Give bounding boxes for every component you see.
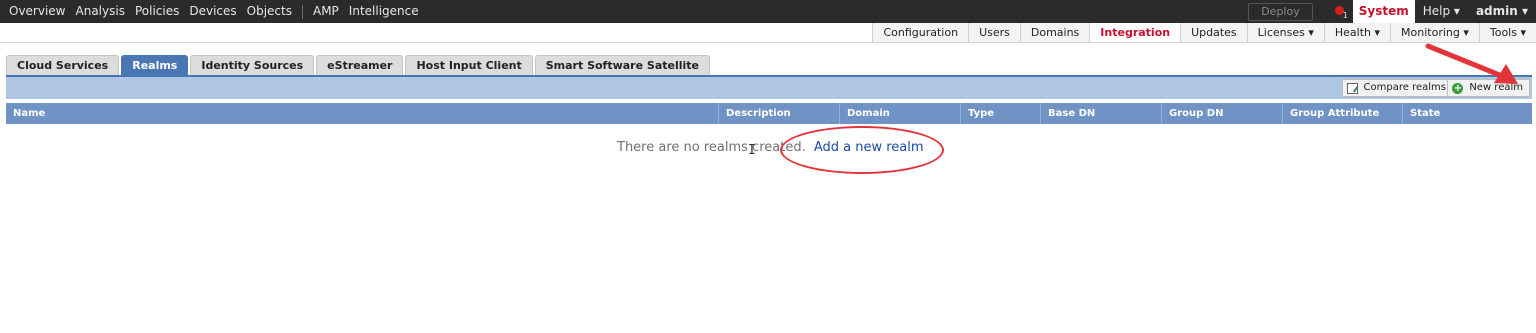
empty-state-message: There are no realms created. (617, 140, 806, 155)
nav-devices[interactable]: Devices (184, 0, 241, 23)
tab-host-input-client[interactable]: Host Input Client (405, 55, 533, 75)
subnav-monitoring[interactable]: Monitoring ▾ (1390, 23, 1479, 43)
compare-realms-button[interactable]: Compare realms (1341, 79, 1453, 97)
deploy-button[interactable]: Deploy (1248, 2, 1313, 21)
main-nav: Overview Analysis Policies Devices Objec… (0, 0, 424, 23)
column-header-group-attribute[interactable]: Group Attribute (1283, 103, 1403, 124)
nav-divider (301, 4, 303, 19)
integration-tabs: Cloud Services Realms Identity Sources e… (6, 55, 712, 75)
nav-policies[interactable]: Policies (130, 0, 184, 23)
realms-table-header: Name Description Domain Type Base DN Gro… (6, 103, 1532, 124)
system-menu[interactable]: System (1352, 0, 1415, 23)
subnav-users[interactable]: Users (968, 23, 1020, 43)
nav-intelligence[interactable]: Intelligence (344, 0, 424, 23)
column-header-group-dn[interactable]: Group DN (1162, 103, 1283, 124)
subnav-divider (0, 42, 1536, 43)
tab-realms[interactable]: Realms (121, 55, 189, 75)
text-cursor-icon: I (748, 143, 756, 158)
subnav-integration[interactable]: Integration (1089, 23, 1181, 43)
new-realm-label: New realm (1469, 82, 1523, 93)
tab-identity-sources[interactable]: Identity Sources (190, 55, 315, 75)
system-subnav: Configuration Users Domains Integration … (872, 23, 1536, 43)
subnav-licenses[interactable]: Licenses ▾ (1246, 23, 1324, 43)
empty-state: There are no realms created. Add a new r… (617, 140, 924, 155)
subnav-tools[interactable]: Tools ▾ (1478, 23, 1536, 43)
add-new-realm-link[interactable]: Add a new realm (814, 140, 924, 155)
column-header-base-dn[interactable]: Base DN (1041, 103, 1162, 124)
column-header-state[interactable]: State (1403, 103, 1532, 124)
admin-menu[interactable]: admin ▾ (1468, 0, 1536, 23)
add-icon: + (1452, 82, 1464, 94)
column-header-type[interactable]: Type (961, 103, 1041, 124)
subnav-domains[interactable]: Domains (1019, 23, 1090, 43)
new-realm-button[interactable]: + New realm (1447, 79, 1530, 97)
user-nav: Deploy 1 System Help ▾ admin ▾ (1248, 0, 1536, 23)
subnav-health[interactable]: Health ▾ (1323, 23, 1391, 43)
tab-smart-software-satellite[interactable]: Smart Software Satellite (534, 55, 710, 75)
column-header-name[interactable]: Name (6, 103, 719, 124)
nav-overview[interactable]: Overview (0, 0, 71, 23)
column-header-domain[interactable]: Domain (840, 103, 961, 124)
column-header-description[interactable]: Description (719, 103, 840, 124)
compare-realms-label: Compare realms (1363, 82, 1446, 93)
tab-cloud-services[interactable]: Cloud Services (6, 55, 120, 75)
subnav-updates[interactable]: Updates (1180, 23, 1247, 43)
top-navigation-bar: Overview Analysis Policies Devices Objec… (0, 0, 1536, 23)
subnav-configuration[interactable]: Configuration (872, 23, 969, 43)
nav-amp[interactable]: AMP (308, 0, 344, 23)
realms-toolbar: Compare realms + New realm (6, 77, 1532, 99)
nav-analysis[interactable]: Analysis (71, 0, 130, 23)
help-menu[interactable]: Help ▾ (1415, 0, 1468, 23)
alert-icon[interactable]: 1 (1333, 0, 1348, 23)
alert-count: 1 (1342, 11, 1348, 20)
compare-icon (1346, 82, 1358, 94)
nav-objects[interactable]: Objects (242, 0, 297, 23)
tab-estreamer[interactable]: eStreamer (316, 55, 404, 75)
